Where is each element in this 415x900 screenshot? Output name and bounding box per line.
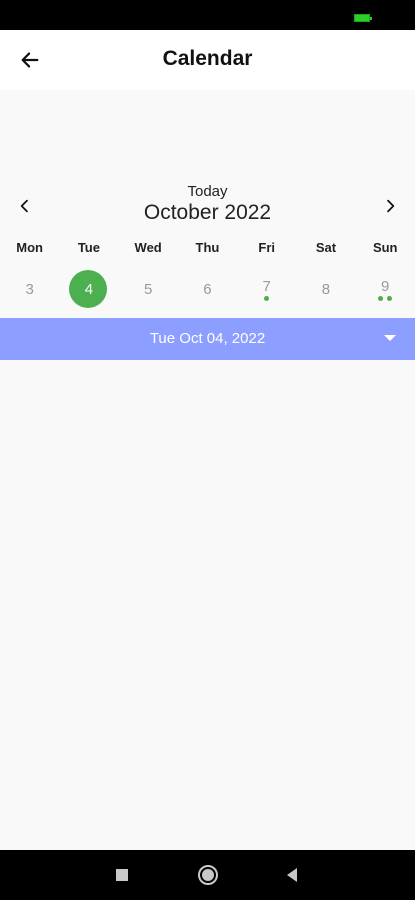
previous-week-button[interactable]	[11, 192, 39, 220]
day-cell[interactable]: 9	[356, 270, 415, 310]
battery-icon	[354, 14, 372, 22]
event-dot	[264, 296, 270, 301]
weekday-label: Sun	[372, 240, 398, 255]
event-dots	[237, 296, 296, 301]
day-number: 7	[262, 278, 271, 295]
event-dot	[378, 296, 384, 301]
month-label: October 2022	[143, 201, 272, 224]
caret-down-icon	[384, 335, 396, 341]
event-dots	[356, 296, 415, 301]
system-navigation-bar	[0, 850, 415, 900]
day-cell[interactable]: 4	[59, 270, 118, 310]
weekday-label: Tue	[77, 240, 100, 255]
circle-icon	[198, 865, 218, 885]
weekday-label: Sat	[315, 240, 337, 255]
calendar-screen: Calendar Today October 2022 Mon Tue Wed …	[0, 0, 415, 900]
weekday-label: Wed	[134, 240, 162, 255]
triangle-left-icon	[287, 868, 297, 882]
day-number: 5	[143, 281, 153, 298]
day-cell[interactable]: 3	[0, 270, 59, 310]
square-icon	[116, 869, 128, 881]
day-number: 8	[321, 281, 331, 298]
day-number: 9	[381, 278, 390, 295]
arrow-left-icon	[21, 52, 39, 68]
weekday-label: Fri	[258, 240, 275, 255]
selected-date-dropdown[interactable]: Tue Oct 04, 2022	[0, 318, 415, 360]
day-cell[interactable]: 8	[296, 270, 355, 310]
event-dot	[387, 296, 393, 301]
weekday-row: Mon Tue Wed Thu Fri Sat Sun	[0, 240, 415, 260]
month-header: Today October 2022	[0, 182, 415, 230]
next-week-button[interactable]	[376, 192, 404, 220]
status-bar	[0, 0, 415, 30]
weekday-label: Thu	[195, 240, 220, 255]
page-title: Calendar	[162, 47, 253, 70]
selected-date-label: Tue Oct 04, 2022	[149, 330, 266, 347]
app-bar: Calendar	[0, 30, 415, 90]
back-button[interactable]	[14, 44, 46, 76]
chevron-right-icon	[387, 199, 395, 213]
weekday-label: Mon	[16, 240, 43, 255]
system-back-button[interactable]	[280, 863, 304, 887]
week-days-row: 3 4 5 6 7 8 9	[0, 270, 415, 310]
today-label[interactable]: Today	[0, 183, 415, 200]
day-number: 6	[203, 281, 212, 298]
day-number: 3	[25, 281, 34, 298]
day-cell[interactable]: 7	[237, 270, 296, 310]
day-number: 4	[84, 281, 94, 298]
chevron-left-icon	[20, 199, 28, 213]
day-cell[interactable]: 6	[178, 270, 237, 310]
recent-apps-button[interactable]	[110, 863, 134, 887]
home-button[interactable]	[196, 863, 220, 887]
day-cell[interactable]: 5	[119, 270, 178, 310]
